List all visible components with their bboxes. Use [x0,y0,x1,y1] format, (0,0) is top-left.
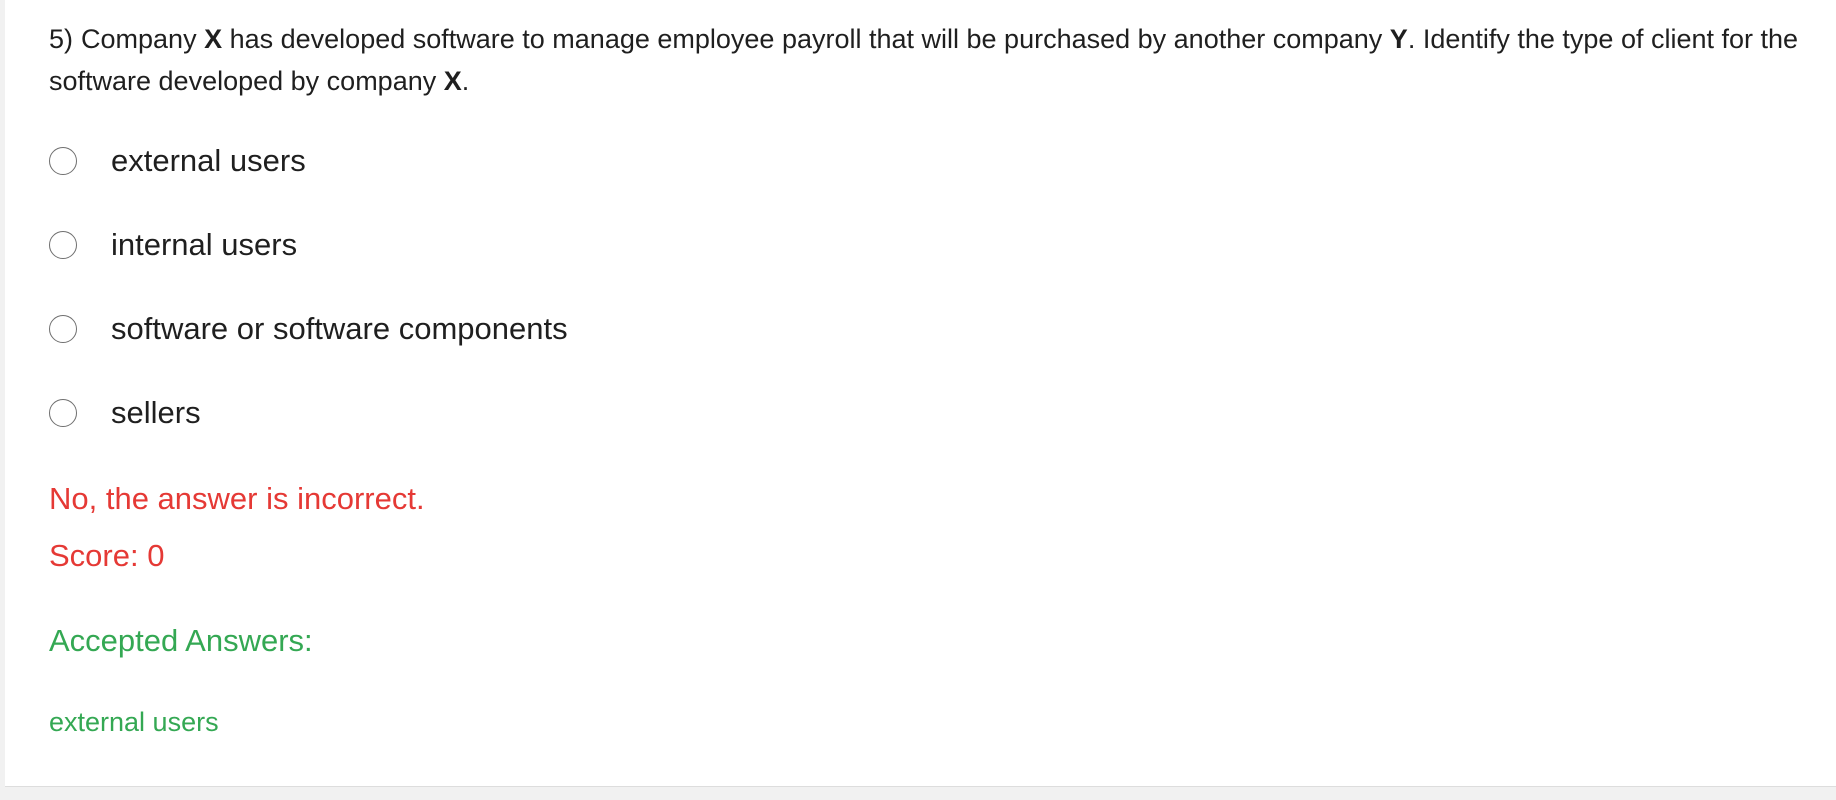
accepted-answer: external users [49,707,219,737]
radio-button[interactable] [49,147,77,175]
radio-button[interactable] [49,399,77,427]
option-label: external users [111,143,306,178]
option-software-components[interactable]: software or software components [49,309,568,349]
option-label: sellers [111,395,201,430]
question-segment-bold: X [204,24,223,54]
result-message: No, the answer is incorrect. [49,481,425,516]
question-number: 5) [49,24,74,54]
accepted-answers-heading: Accepted Answers: [49,623,313,658]
question-text: 5) Company X has developed software to ma… [49,18,1836,102]
option-label: internal users [111,227,298,262]
option-label: software or software components [111,311,568,346]
option-internal-users[interactable]: internal users [49,225,297,265]
question-segment-bold: X [443,66,462,96]
question-segment-bold: Y [1389,24,1408,54]
option-sellers[interactable]: sellers [49,393,201,433]
question-card: 5) Company X has developed software to ma… [5,0,1836,787]
radio-button[interactable] [49,231,77,259]
option-external-users[interactable]: external users [49,141,306,181]
score-text: Score: 0 [49,538,165,573]
question-segment: Company [81,24,205,54]
question-segment: . [461,66,470,96]
question-segment: has developed software to manage employe… [222,24,1390,54]
radio-button[interactable] [49,315,77,343]
